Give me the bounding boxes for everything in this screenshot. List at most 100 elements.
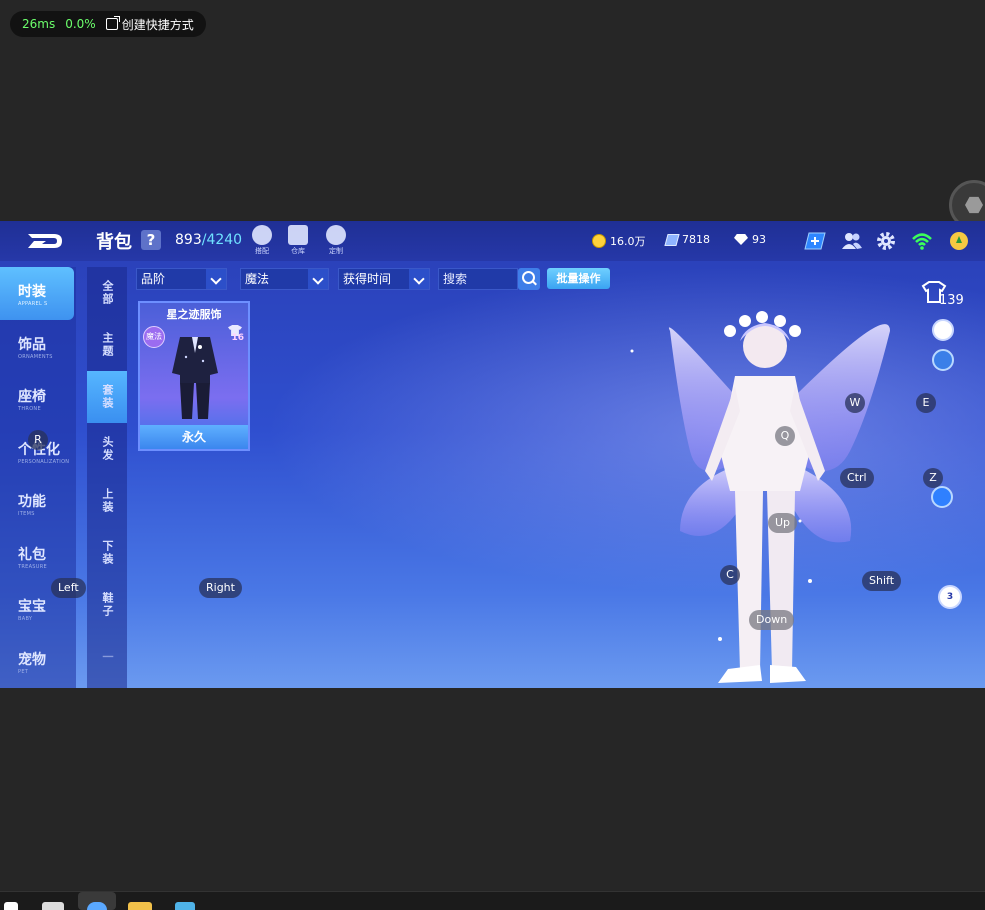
category-sublabel: ORNAMENTS [18,353,53,360]
outfit-thumbnail [172,337,218,419]
tab-shoes[interactable]: 鞋子 [87,579,127,631]
warehouse-icon [288,225,308,245]
top-bar: 背包 ? 893/4240 搭配 仓库 定制 16.0万 7818 93 [0,221,985,261]
tab-all[interactable]: 全部 [87,267,127,319]
wifi-icon [912,233,932,250]
category-ornaments[interactable]: 饰品 ORNAMENTS [0,320,76,373]
tab-suit[interactable]: 套装 [87,371,127,423]
category-apparel[interactable]: 时装 APPAREL S [0,267,74,320]
key-w-badge[interactable]: W [845,393,865,413]
gold-amount: 16.0万 [610,235,646,248]
ticket-currency: 7818 [664,233,710,246]
item-name: 星之迹服饰 [166,308,222,321]
diamond-icon [734,234,748,245]
time-dropdown[interactable]: 获得时间 [338,268,430,290]
key-ctrl-badge[interactable]: Ctrl [840,468,874,488]
category-throne[interactable]: 座椅 THRONE [0,372,76,425]
music-note-icon[interactable] [932,349,954,371]
category-sublabel: PET [18,668,29,675]
ticket-amount: 7818 [682,233,710,246]
friends-icon[interactable] [841,230,863,252]
shortcut-icon [105,16,120,30]
gender-male-icon[interactable] [931,486,953,508]
tab-label: 鞋子 [101,592,114,618]
key-up-badge[interactable]: Up [768,513,798,533]
category-sublabel: PERSONALIZATION [18,458,70,465]
key-z-badge[interactable]: Z [923,468,943,488]
gear-icon[interactable] [875,230,897,252]
diamond-currency: 93 [734,233,766,246]
item-level: 16 [231,333,244,343]
category-label: 时装 [18,284,46,300]
tab-label: 一 [101,650,114,664]
key-r-badge[interactable]: R [28,430,48,450]
tab-theme[interactable]: 主题 [87,319,127,371]
search-button[interactable] [518,268,540,290]
key-shift-badge[interactable]: Shift [862,571,902,591]
create-shortcut-button[interactable]: 创建快捷方式 [105,16,194,33]
ticket-icon [664,233,680,246]
key-down-badge[interactable]: Down [749,610,795,630]
performance-overlay: 26ms 0.0% 创建快捷方式 [10,11,206,37]
tab-hair[interactable]: 头发 [87,423,127,475]
category-pet[interactable]: 宠物 PET [0,635,76,688]
batch-operation-button[interactable]: 批量操作 [547,268,610,289]
tab-more[interactable]: 一 [87,631,127,683]
category-label: 宠物 [18,651,46,668]
type-dropdown[interactable]: 魔法 [240,268,329,290]
grade-dropdown-value: 品阶 [141,272,166,286]
time-dropdown-value: 获得时间 [343,272,392,286]
vehicle-icon[interactable] [932,319,954,341]
coin-icon [592,234,606,248]
search-input[interactable]: 搜索 [438,268,518,290]
capacity-used: 893 [175,232,202,248]
tab-label: 主题 [101,332,114,358]
key-e-badge[interactable]: E [916,393,936,413]
battery-status-icon [950,232,968,250]
subcategory-tabs: 全部 主题 套装 头发 上装 下装 鞋子 一 [87,267,127,688]
category-label: 宝宝 [18,599,46,615]
custom-button[interactable]: 定制 [324,225,348,256]
chevron-down-icon [206,269,226,289]
tab-top[interactable]: 上装 [87,475,127,527]
create-shortcut-label: 创建快捷方式 [121,17,194,32]
chevron-down-icon [308,269,328,289]
category-sublabel: BABY [18,616,33,622]
category-label: 饰品 [18,336,46,353]
recharge-plus-icon[interactable] [804,230,826,252]
category-label: 座椅 [18,389,46,405]
item-card[interactable]: 星之迹服饰 魔法 16 永久 [138,301,250,451]
category-sidebar: 时装 APPAREL S 饰品 ORNAMENTS 座椅 THRONE 个性化 … [0,267,76,688]
help-button[interactable]: ? [141,230,161,250]
os-taskbar [0,891,985,910]
category-treasure[interactable]: 礼包 TREASURE [0,530,76,583]
outfit-slot-button[interactable]: 3 [938,585,962,609]
custom-icon [326,225,346,245]
tab-label: 头发 [101,436,114,462]
chevron-down-icon [409,269,429,289]
key-c-badge[interactable]: C [720,565,740,585]
wardrobe-count: 139 [939,293,964,308]
tab-label: 全部 [101,280,114,306]
category-label: 功能 [18,494,46,510]
category-label: 礼包 [18,546,46,563]
packet-loss-text: 0.0% [65,17,96,31]
warehouse-button[interactable]: 仓库 [286,225,310,256]
dye-button[interactable]: 搭配 [250,225,274,256]
latency-text: 26ms [22,17,56,31]
game-viewport[interactable]: 背包 ? 893/4240 搭配 仓库 定制 16.0万 7818 93 时装 … [0,221,985,688]
diamond-amount: 93 [752,233,766,246]
tab-label: 上装 [101,488,114,514]
tab-bottom[interactable]: 下装 [87,527,127,579]
key-right-badge[interactable]: Right [199,578,242,598]
key-q-badge[interactable]: Q [775,426,795,446]
category-items[interactable]: 功能 ITEMS [0,477,76,530]
page-title: 背包 [96,232,132,253]
tab-label: 下装 [101,540,114,566]
dye-icon [252,225,272,245]
grade-dropdown[interactable]: 品阶 [136,268,227,290]
warehouse-label: 仓库 [291,247,305,255]
key-left-badge[interactable]: Left [51,578,86,598]
category-sublabel: THRONE [18,406,41,412]
dye-label: 搭配 [255,247,269,255]
